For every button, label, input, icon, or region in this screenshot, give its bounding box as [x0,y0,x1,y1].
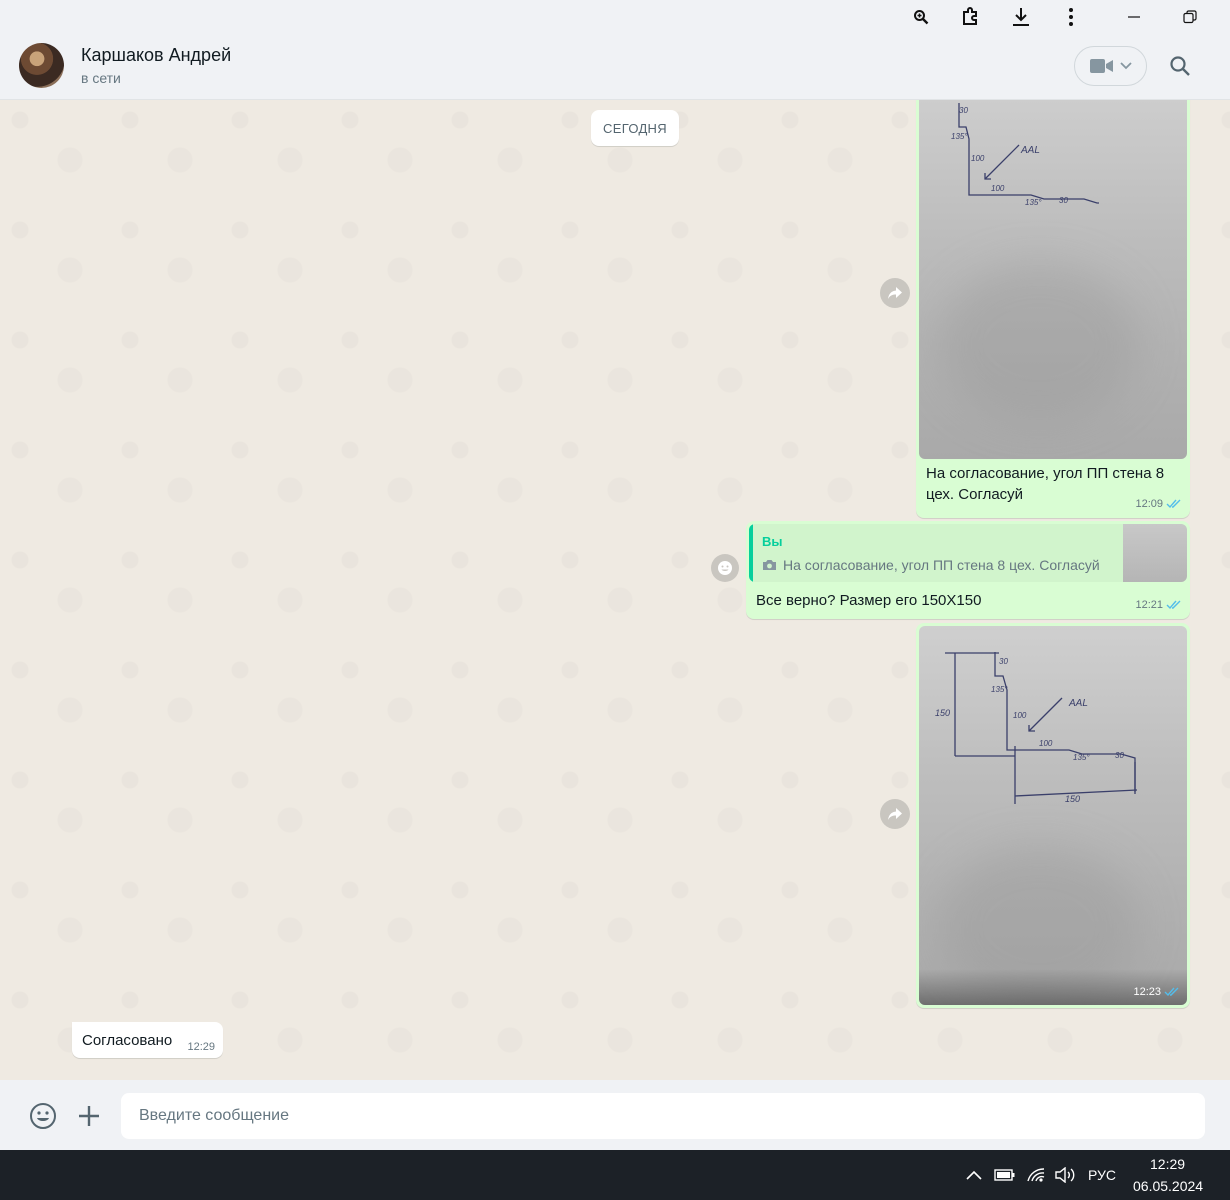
more-options-icon[interactable] [1057,4,1085,30]
react-emoji-button[interactable] [711,554,739,582]
input-language[interactable]: РУС [1088,1167,1116,1183]
chevron-down-icon [1119,62,1132,70]
message-text: Согласовано [82,1032,173,1049]
svg-text:AAL: AAL [1068,698,1088,709]
sketch-drawing-2: 30 135° 150 100 AAL 100 135° 30 150 [935,652,1138,804]
message-meta: 12:21 [1135,599,1182,611]
message-time: 12:09 [1135,498,1163,510]
clock-time[interactable]: 12:29 [1150,1156,1185,1172]
emoji-icon [30,1103,56,1129]
quote-author: Вы [762,534,783,549]
svg-text:100: 100 [1039,739,1053,748]
quote-text: На согласование, угол ПП стена 8 цех. Со… [783,557,1100,573]
message-image-bubble[interactable]: 30 135° 150 100 AAL 100 135° 30 150 12:2… [916,623,1190,1008]
download-icon[interactable] [1007,4,1035,30]
contact-avatar[interactable] [19,43,64,88]
window-titlebar [0,0,1230,33]
zoom-icon[interactable] [907,4,935,30]
chat-header: Каршаков Андрей в сети [0,33,1230,100]
forward-icon [888,808,902,820]
message-meta: 12:23 [1133,986,1180,998]
show-hidden-icons-button[interactable] [962,1150,986,1200]
wifi-icon[interactable] [1024,1150,1048,1200]
svg-text:100: 100 [971,154,985,163]
svg-text:30: 30 [1059,196,1068,205]
search-button[interactable] [1166,52,1194,80]
forward-button[interactable] [880,278,910,308]
quote-thumbnail [1123,524,1187,582]
windows-taskbar: РУС 12:29 06.05.2024 [0,1150,1230,1200]
message-photo[interactable]: 30 135° 100 AAL 100 135° 30 [919,100,1187,459]
read-ticks-icon [1166,600,1181,610]
chevron-up-icon [966,1170,982,1180]
svg-text:150: 150 [935,708,950,718]
svg-text:135°: 135° [1073,753,1090,762]
svg-text:135°: 135° [991,685,1008,694]
svg-text:AAL: AAL [1020,145,1040,156]
minimize-button[interactable] [1120,4,1148,30]
svg-text:100: 100 [991,184,1005,193]
contact-status: в сети [81,70,121,86]
message-input[interactable] [121,1093,1205,1139]
message-time: 12:21 [1135,599,1163,611]
attach-button[interactable] [74,1101,104,1131]
read-ticks-icon [1164,987,1179,997]
camera-icon [763,560,776,570]
contact-name[interactable]: Каршаков Андрей [81,45,231,66]
chat-messages-area[interactable]: СЕГОДНЯ 30 135° 100 AAL 100 135° 30 На с… [0,100,1230,1080]
message-composer [0,1080,1230,1150]
svg-text:30: 30 [959,106,968,115]
clock-date[interactable]: 06.05.2024 [1133,1178,1203,1194]
read-ticks-icon [1166,499,1181,509]
message-photo[interactable]: 30 135° 150 100 AAL 100 135° 30 150 [919,626,1187,1005]
message-image-bubble[interactable]: 30 135° 100 AAL 100 135° 30 На согласова… [916,100,1190,518]
video-camera-icon [1089,59,1113,73]
forward-icon [888,287,902,299]
extensions-icon[interactable] [957,4,985,30]
svg-text:100: 100 [1013,711,1027,720]
emoji-button[interactable] [28,1101,58,1131]
svg-text:135°: 135° [951,132,968,141]
svg-text:150: 150 [1065,794,1080,804]
message-meta: 12:09 [1135,498,1182,510]
message-incoming-bubble[interactable]: Согласовано 12:29 [72,1022,223,1058]
message-time: 12:23 [1133,986,1161,998]
date-divider: СЕГОДНЯ [591,110,679,146]
plus-icon [79,1106,99,1126]
search-icon [1170,56,1190,76]
svg-text:135°: 135° [1025,198,1042,207]
message-time: 12:29 [187,1041,215,1053]
quoted-message[interactable]: Вы На согласование, угол ПП стена 8 цех.… [749,524,1187,582]
battery-icon[interactable] [992,1150,1018,1200]
restore-button[interactable] [1176,4,1204,30]
svg-text:30: 30 [999,657,1008,666]
message-text: Все верно? Размер его 150Х150 [756,592,982,609]
sketch-drawing-1: 30 135° 100 AAL 100 135° 30 [951,103,1099,207]
forward-button[interactable] [880,799,910,829]
quote-text-row: На согласование, угол ПП стена 8 цех. Со… [762,557,1100,573]
volume-icon[interactable] [1052,1150,1078,1200]
smiley-icon [718,561,732,575]
message-reply-bubble[interactable]: Вы На согласование, угол ПП стена 8 цех.… [746,521,1190,619]
video-call-button[interactable] [1074,46,1147,86]
svg-text:30: 30 [1115,751,1124,760]
